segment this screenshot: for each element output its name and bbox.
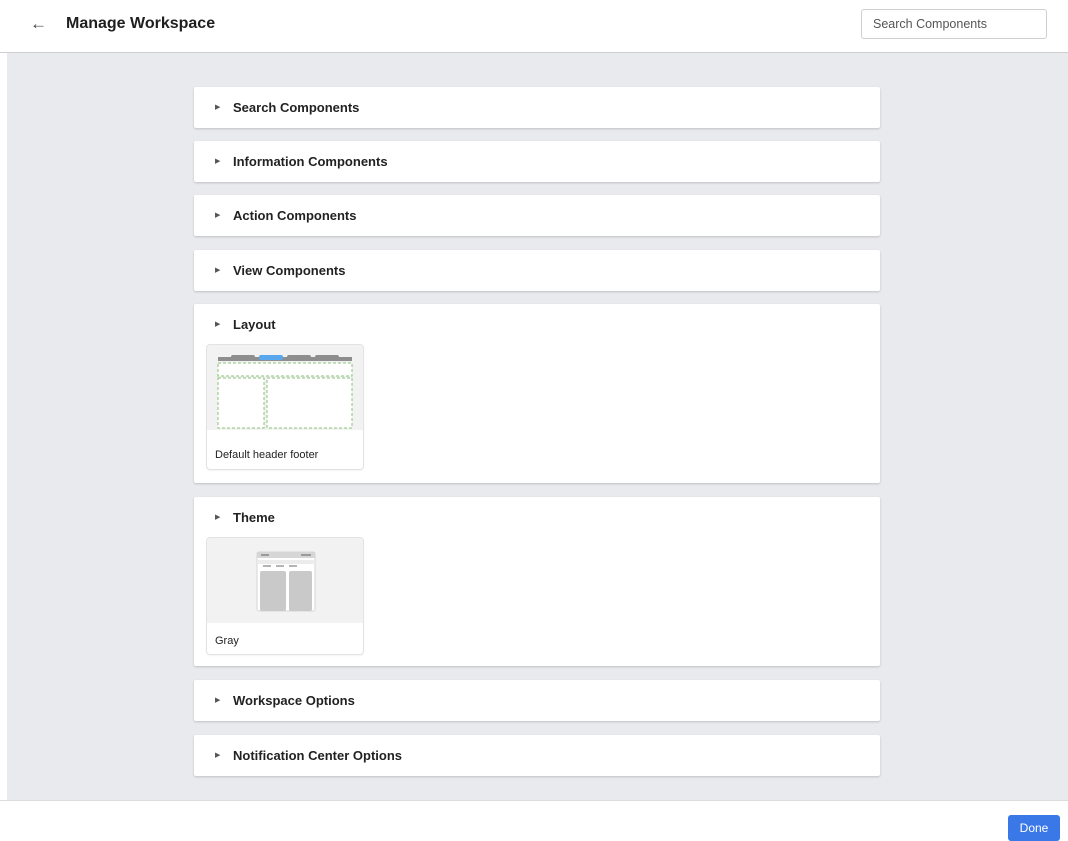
section-header-view-components[interactable]: ▶ View Components xyxy=(194,250,880,292)
top-bar: ← Manage Workspace xyxy=(0,0,1068,53)
section-label: Layout xyxy=(233,317,276,332)
section-information-components: ▶ Information Components xyxy=(194,141,880,182)
theme-card-gray[interactable]: Gray xyxy=(207,538,363,654)
section-theme: ▶ Theme Gray xyxy=(194,497,880,666)
section-header-theme[interactable]: ▶ Theme xyxy=(194,497,880,539)
section-header-layout[interactable]: ▶ Layout xyxy=(194,304,880,346)
section-label: Search Components xyxy=(233,100,360,115)
done-button[interactable]: Done xyxy=(1008,815,1060,841)
caret-right-icon: ▶ xyxy=(215,104,221,111)
section-label: Information Components xyxy=(233,154,388,169)
caret-right-icon: ▶ xyxy=(215,697,221,704)
section-search-components: ▶ Search Components xyxy=(194,87,880,128)
caret-right-icon: ▶ xyxy=(215,752,221,759)
section-label: Notification Center Options xyxy=(233,748,402,763)
card-label: Default header footer xyxy=(215,449,319,461)
caret-right-icon: ▶ xyxy=(215,212,221,219)
theme-preview xyxy=(207,538,363,623)
section-notification-center-options: ▶ Notification Center Options xyxy=(194,735,880,776)
section-header-notification-center-options[interactable]: ▶ Notification Center Options xyxy=(194,735,880,777)
section-label: Workspace Options xyxy=(233,693,355,708)
section-label: View Components xyxy=(233,263,346,278)
section-label: Action Components xyxy=(233,208,357,223)
search-input[interactable] xyxy=(861,9,1047,39)
page-title: Manage Workspace xyxy=(66,15,216,32)
arrow-left-icon[interactable]: ← xyxy=(30,14,47,34)
footer-divider xyxy=(0,800,1068,801)
section-view-components: ▶ View Components xyxy=(194,250,880,291)
caret-down-icon: ▶ xyxy=(215,514,221,521)
caret-right-icon: ▶ xyxy=(215,158,221,165)
main-content: ▶ Search Components ▶ Information Compon… xyxy=(7,53,1068,800)
caret-right-icon: ▶ xyxy=(215,267,221,274)
section-header-information-components[interactable]: ▶ Information Components xyxy=(194,141,880,183)
section-header-workspace-options[interactable]: ▶ Workspace Options xyxy=(194,680,880,722)
section-workspace-options: ▶ Workspace Options xyxy=(194,680,880,721)
section-label: Theme xyxy=(233,510,275,525)
card-label: Gray xyxy=(215,635,239,647)
section-layout: ▶ Layout Default header footer xyxy=(194,304,880,483)
layout-preview xyxy=(207,345,363,430)
layout-card-default-header-footer[interactable]: Default header footer xyxy=(207,345,363,469)
section-action-components: ▶ Action Components xyxy=(194,195,880,236)
section-header-action-components[interactable]: ▶ Action Components xyxy=(194,195,880,237)
section-header-search-components[interactable]: ▶ Search Components xyxy=(194,87,880,129)
caret-down-icon: ▶ xyxy=(215,321,221,328)
